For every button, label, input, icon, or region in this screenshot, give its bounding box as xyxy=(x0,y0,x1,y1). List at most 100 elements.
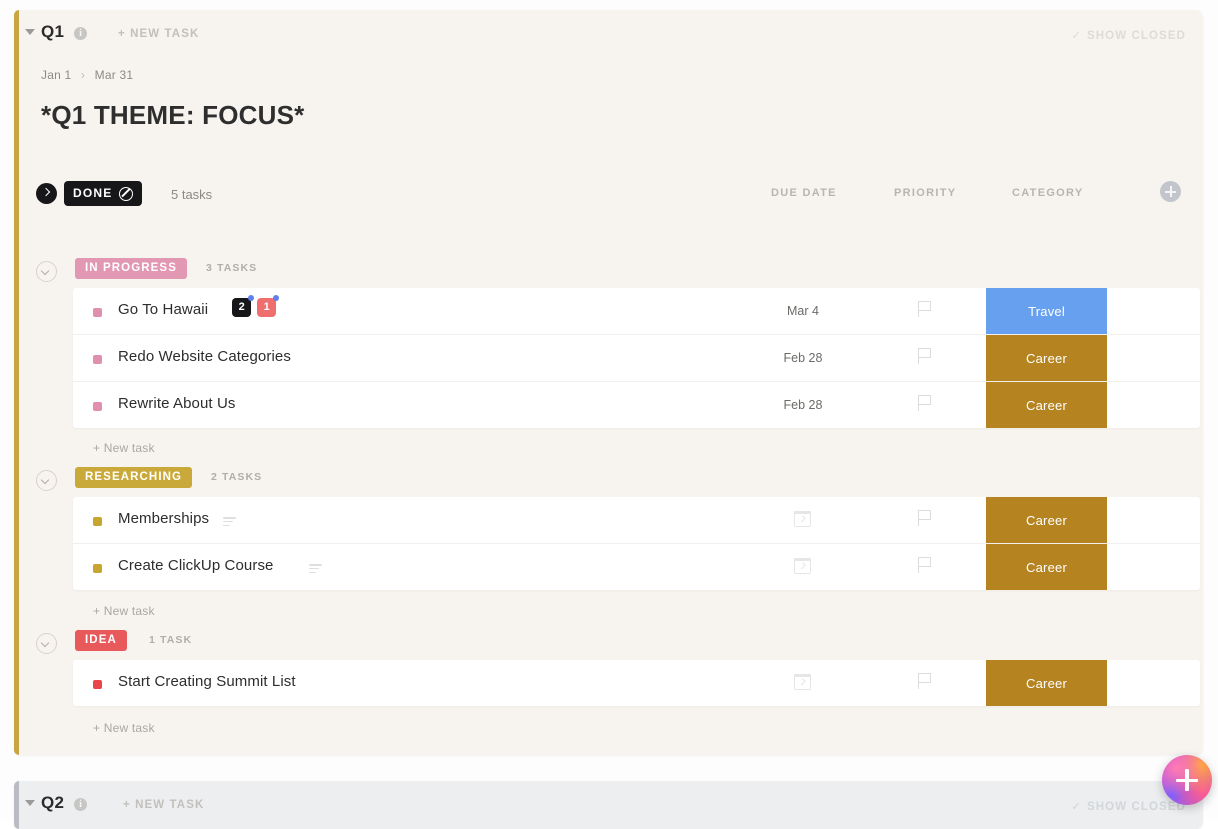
task-count: 1 TASK xyxy=(149,634,192,646)
table-row[interactable]: Start Creating Summit List Career xyxy=(73,660,1200,706)
task-name[interactable]: Redo Website Categories xyxy=(118,348,291,365)
date-range[interactable]: Jan 1 › Mar 31 xyxy=(41,68,133,82)
add-column-button[interactable] xyxy=(1160,181,1181,202)
column-header-due-date[interactable]: DUE DATE xyxy=(771,187,837,199)
flag-icon[interactable] xyxy=(918,348,932,364)
circle-slash-icon xyxy=(119,187,133,201)
status-badge[interactable]: RESEARCHING xyxy=(75,467,192,488)
status-badge[interactable]: IDEA xyxy=(75,630,127,651)
show-closed-toggle[interactable]: ✓ SHOW CLOSED xyxy=(1071,28,1186,42)
category-cell[interactable]: Travel xyxy=(986,288,1107,334)
info-icon[interactable]: i xyxy=(74,798,87,811)
task-list: Start Creating Summit List Career xyxy=(73,660,1200,706)
quarter-section-q2: Q2 i + NEW TASK ✓ SHOW CLOSED xyxy=(14,781,1203,829)
info-icon[interactable]: i xyxy=(74,27,87,40)
date-separator: › xyxy=(81,68,85,82)
quarter-section-q1: Q1 i + NEW TASK ✓SHOW CLOSED Jan 1 › Mar… xyxy=(14,10,1203,755)
subtask-count-chip[interactable]: 2 xyxy=(232,298,251,317)
done-group-header: DONE 5 tasks DUE DATE PRIORITY CATEGORY xyxy=(19,170,1203,220)
task-name[interactable]: Create ClickUp Course xyxy=(118,557,273,574)
status-dot[interactable] xyxy=(93,564,102,573)
description-icon[interactable] xyxy=(309,564,322,573)
table-row[interactable]: Redo Website Categories Feb 28 Career xyxy=(73,335,1200,382)
calendar-icon[interactable] xyxy=(794,674,811,690)
category-cell[interactable]: Career xyxy=(986,497,1107,543)
status-badge[interactable]: IN PROGRESS xyxy=(75,258,187,279)
flag-icon[interactable] xyxy=(918,395,932,411)
date-end: Mar 31 xyxy=(95,68,134,82)
task-name[interactable]: Start Creating Summit List xyxy=(118,673,296,690)
quarter-title: Q2 xyxy=(41,793,64,813)
add-task-link[interactable]: + New task xyxy=(93,441,155,455)
flag-icon[interactable] xyxy=(918,557,932,573)
category-cell[interactable]: Career xyxy=(986,660,1107,706)
table-row[interactable]: Create ClickUp Course Career xyxy=(73,544,1200,590)
task-list: Go To Hawaii21Mar 4TravelRedo Website Ca… xyxy=(73,288,1200,428)
column-header-category[interactable]: CATEGORY xyxy=(1012,187,1084,199)
check-icon: ✓ xyxy=(1071,30,1082,42)
date-start: Jan 1 xyxy=(41,68,71,82)
category-cell[interactable]: Career xyxy=(986,382,1107,428)
task-name[interactable]: Go To Hawaii xyxy=(118,301,208,318)
quarter-header: Q2 i + NEW TASK ✓ SHOW CLOSED xyxy=(19,781,1203,827)
category-cell[interactable]: Career xyxy=(986,544,1107,590)
category-cell[interactable]: Career xyxy=(986,335,1107,381)
add-task-link[interactable]: + New task xyxy=(93,604,155,618)
status-dot[interactable] xyxy=(93,355,102,364)
new-task-button[interactable]: + NEW TASK xyxy=(123,799,204,811)
check-icon: ✓ xyxy=(1071,801,1082,813)
collapse-caret-icon[interactable] xyxy=(25,800,35,806)
task-count: 3 TASKS xyxy=(206,262,257,274)
column-header-priority[interactable]: PRIORITY xyxy=(894,187,956,199)
task-count: 2 TASKS xyxy=(211,471,262,483)
done-task-count: 5 tasks xyxy=(171,187,212,202)
due-date-cell[interactable]: Mar 4 xyxy=(748,304,858,318)
calendar-icon[interactable] xyxy=(794,558,811,574)
due-date-cell[interactable]: Feb 28 xyxy=(748,398,858,412)
flag-icon[interactable] xyxy=(918,301,932,317)
quarter-body: Q2 i + NEW TASK ✓ SHOW CLOSED xyxy=(19,781,1203,829)
description-icon[interactable] xyxy=(223,517,236,526)
status-group-header: RESEARCHING 2 TASKS xyxy=(19,467,1203,497)
clickup-list-view: Q1 i + NEW TASK ✓SHOW CLOSED Jan 1 › Mar… xyxy=(0,0,1218,819)
checklist-count-chip[interactable]: 1 xyxy=(257,298,276,317)
collapse-group-button[interactable] xyxy=(36,470,57,491)
show-closed-label: SHOW CLOSED xyxy=(1087,30,1186,42)
notification-dot-icon xyxy=(248,295,254,301)
status-group-header: IDEA 1 TASK xyxy=(19,630,1203,660)
create-button[interactable] xyxy=(1162,755,1212,805)
collapse-caret-icon[interactable] xyxy=(25,29,35,35)
show-closed-toggle[interactable]: ✓ SHOW CLOSED xyxy=(1071,799,1186,813)
show-closed-label: SHOW CLOSED xyxy=(1087,801,1186,813)
quarter-body: Q1 i + NEW TASK ✓SHOW CLOSED Jan 1 › Mar… xyxy=(19,10,1203,755)
collapse-group-button[interactable] xyxy=(36,633,57,654)
status-dot[interactable] xyxy=(93,308,102,317)
calendar-icon[interactable] xyxy=(794,511,811,527)
status-dot[interactable] xyxy=(93,402,102,411)
status-dot[interactable] xyxy=(93,680,102,689)
collapse-group-button[interactable] xyxy=(36,261,57,282)
notification-dot-icon xyxy=(273,295,279,301)
status-group-in-progress: IN PROGRESS3 TASKSGo To Hawaii21Mar 4Tra… xyxy=(19,258,1203,288)
new-task-button[interactable]: + NEW TASK xyxy=(118,28,199,40)
due-date-cell[interactable]: Feb 28 xyxy=(748,351,858,365)
expand-done-group-button[interactable] xyxy=(36,183,57,204)
task-name[interactable]: Memberships xyxy=(118,510,209,527)
quarter-theme-title: *Q1 THEME: FOCUS* xyxy=(41,100,304,131)
done-label: DONE xyxy=(73,181,112,206)
task-list: Memberships Career Create ClickUp Course Ca… xyxy=(73,497,1200,590)
flag-icon[interactable] xyxy=(918,510,932,526)
quarter-header: Q1 i + NEW TASK ✓SHOW CLOSED xyxy=(19,10,1203,56)
status-badge-done[interactable]: DONE xyxy=(64,181,142,206)
table-row[interactable]: Memberships Career xyxy=(73,497,1200,544)
task-name[interactable]: Rewrite About Us xyxy=(118,395,235,412)
task-chips: 21 xyxy=(232,298,276,317)
status-group-researching: RESEARCHING2 TASKSMembershipsCareerCreat… xyxy=(19,467,1203,497)
add-task-link[interactable]: + New task xyxy=(93,721,155,735)
status-group-header: IN PROGRESS 3 TASKS xyxy=(19,258,1203,288)
table-row[interactable]: Rewrite About Us Feb 28 Career xyxy=(73,382,1200,428)
status-group-idea: IDEA1 TASKStart Creating Summit ListCare… xyxy=(19,630,1203,660)
table-row[interactable]: Go To Hawaii 21 Mar 4 Travel xyxy=(73,288,1200,335)
status-dot[interactable] xyxy=(93,517,102,526)
flag-icon[interactable] xyxy=(918,673,932,689)
